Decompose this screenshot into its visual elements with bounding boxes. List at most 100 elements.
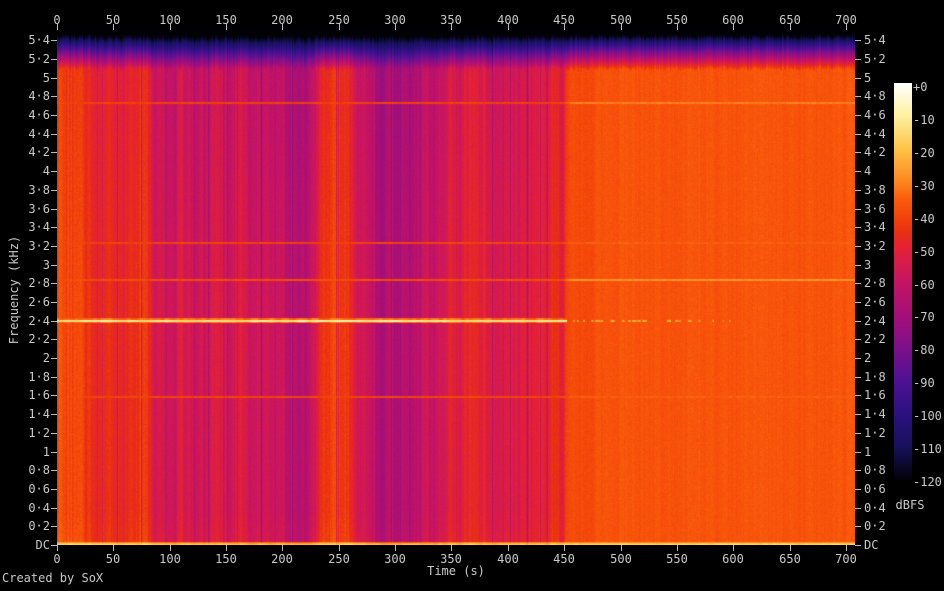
time-tick-bottom [57, 545, 58, 551]
time-tick-bottom [451, 545, 452, 551]
freq-tick-left [51, 115, 57, 116]
freq-tick-right [855, 78, 861, 79]
freq-tick-right [855, 265, 861, 266]
freq-tick-label-left: 5·2 [28, 52, 50, 66]
freq-tick-label-left: 1·2 [28, 426, 50, 440]
freq-tick-right [855, 339, 861, 340]
freq-tick-left [51, 265, 57, 266]
time-tick-label-top: 100 [159, 13, 181, 27]
time-tick-label-top: 450 [553, 13, 575, 27]
freq-tick-label-right: 5·4 [864, 33, 886, 47]
freq-tick-label-left: 0·6 [28, 482, 50, 496]
freq-tick-left [51, 59, 57, 60]
time-tick-bottom [621, 545, 622, 551]
freq-tick-left [51, 283, 57, 284]
freq-tick-right [855, 115, 861, 116]
freq-tick-label-right: 5·2 [864, 52, 886, 66]
freq-tick-label-right: 0·6 [864, 482, 886, 496]
time-tick-label-bottom: 50 [105, 552, 121, 566]
freq-tick-label-right: 2·6 [864, 295, 886, 309]
level-tick-label: +0 [913, 80, 928, 94]
time-tick-label-bottom: 250 [328, 552, 350, 566]
time-tick-bottom [508, 545, 509, 551]
freq-tick-label-left: 3 [42, 258, 50, 272]
freq-tick-left [51, 321, 57, 322]
time-tick-label-bottom: 500 [610, 552, 632, 566]
freq-tick-left [51, 96, 57, 97]
freq-tick-label-right: 2·2 [864, 332, 886, 346]
freq-tick-label-right: 1·4 [864, 407, 886, 421]
freq-tick-right [855, 358, 861, 359]
time-tick-bottom [170, 545, 171, 551]
time-tick-bottom [733, 545, 734, 551]
freq-tick-left [51, 134, 57, 135]
level-tick-label: -70 [913, 310, 935, 324]
freq-tick-label-left: 3·2 [28, 239, 50, 253]
freq-tick-label-left: 0·2 [28, 519, 50, 533]
level-tick-label: -120 [913, 475, 942, 489]
freq-tick-right [855, 433, 861, 434]
time-tick-label-top: 150 [215, 13, 237, 27]
freq-tick-right [855, 452, 861, 453]
freq-tick-label-right: 2·4 [864, 314, 886, 328]
freq-tick-label-right: 4·2 [864, 145, 886, 159]
time-tick-label-top: 700 [835, 13, 857, 27]
freq-tick-label-left: 2·6 [28, 295, 50, 309]
freq-tick-left [51, 209, 57, 210]
freq-tick-right [855, 395, 861, 396]
level-tick-label: -20 [913, 146, 935, 160]
freq-tick-label-left: 2·2 [28, 332, 50, 346]
time-tick-bottom [790, 545, 791, 551]
freq-tick-left [51, 395, 57, 396]
freq-tick-left [51, 452, 57, 453]
freq-tick-label-right: DC [864, 538, 879, 552]
freq-tick-label-right: 3·4 [864, 220, 886, 234]
freq-tick-label-right: 3 [864, 258, 872, 272]
freq-tick-label-right: 2·8 [864, 276, 886, 290]
time-tick-label-top: 500 [610, 13, 632, 27]
freq-tick-left [51, 227, 57, 228]
freq-tick-right [855, 470, 861, 471]
freq-tick-right [855, 190, 861, 191]
time-tick-label-bottom: 400 [497, 552, 519, 566]
freq-tick-right [855, 508, 861, 509]
freq-tick-label-right: 4·6 [864, 108, 886, 122]
freq-tick-label-right: 0·4 [864, 501, 886, 515]
sox-spectrogram-window: Frequency (kHz) Time (s) dBFS Created by… [0, 0, 944, 591]
time-tick-bottom [226, 545, 227, 551]
freq-tick-right [855, 283, 861, 284]
freq-tick-label-left: DC [35, 538, 50, 552]
freq-tick-left [51, 545, 57, 546]
spectrogram-canvas [57, 30, 855, 545]
time-tick-label-bottom: 700 [835, 552, 857, 566]
time-tick-label-top: 550 [666, 13, 688, 27]
freq-tick-left [51, 358, 57, 359]
freq-tick-label-left: 1 [42, 445, 50, 459]
freq-tick-label-left: 0·8 [28, 463, 50, 477]
level-tick-label: -50 [913, 245, 935, 259]
time-tick-label-top: 300 [384, 13, 406, 27]
freq-tick-label-right: 0·2 [864, 519, 886, 533]
freq-tick-left [51, 526, 57, 527]
freq-tick-left [51, 414, 57, 415]
freq-tick-right [855, 40, 861, 41]
time-tick-label-top: 650 [779, 13, 801, 27]
sox-credit: Created by SoX [2, 571, 104, 585]
freq-tick-right [855, 302, 861, 303]
freq-tick-label-right: 5 [864, 71, 872, 85]
time-tick-bottom [564, 545, 565, 551]
level-tick-label: -60 [913, 278, 935, 292]
freq-tick-left [51, 78, 57, 79]
time-tick-bottom [339, 545, 340, 551]
time-tick-label-bottom: 150 [215, 552, 237, 566]
freq-tick-right [855, 377, 861, 378]
freq-tick-label-right: 1·8 [864, 370, 886, 384]
time-tick-label-bottom: 300 [384, 552, 406, 566]
freq-tick-label-right: 1·6 [864, 388, 886, 402]
time-tick-label-top: 400 [497, 13, 519, 27]
freq-tick-label-left: 4·8 [28, 89, 50, 103]
level-tick-label: -100 [913, 409, 942, 423]
freq-tick-right [855, 209, 861, 210]
level-tick-label: -110 [913, 442, 942, 456]
freq-tick-label-left: 4·4 [28, 127, 50, 141]
